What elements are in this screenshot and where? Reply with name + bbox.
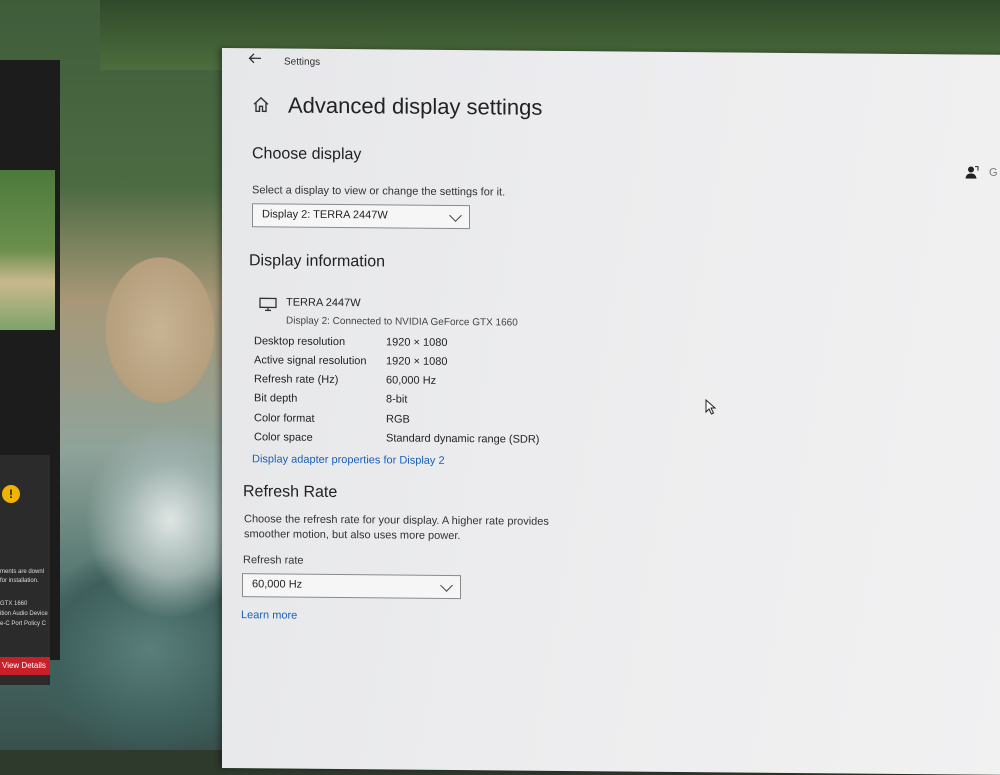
refresh-rate-description: Choose the refresh rate for your display… xyxy=(244,513,549,528)
display-select[interactable]: Display 2: TERRA 2447W xyxy=(252,203,470,230)
secondary-monitor-wallpaper xyxy=(0,170,55,330)
notification-text: GTX 1660 xyxy=(0,601,28,607)
info-label: Bit depth xyxy=(254,392,298,405)
settings-window: Settings Advanced display settings G Cho… xyxy=(222,48,1000,775)
info-label: Color format xyxy=(254,412,315,425)
monitor-connection: Display 2: Connected to NVIDIA GeForce G… xyxy=(286,315,518,329)
title-bar: Settings xyxy=(222,48,1000,83)
notification-text: ments are downl xyxy=(0,569,45,575)
home-icon[interactable] xyxy=(252,95,270,113)
page-title: Advanced display settings xyxy=(288,92,543,120)
info-label: Desktop resolution xyxy=(254,335,346,349)
mouse-pointer-icon xyxy=(705,398,717,415)
notification-text: e-C Port Policy C xyxy=(0,621,47,627)
view-details-button[interactable]: View Details xyxy=(0,657,50,675)
monitor-icon xyxy=(259,297,277,312)
info-value: 1920 × 1080 xyxy=(386,336,448,349)
info-value: 60,000 Hz xyxy=(386,374,437,387)
refresh-rate-select-value: 60,000 Hz xyxy=(252,578,303,591)
refresh-rate-select[interactable]: 60,000 Hz xyxy=(242,573,461,600)
chevron-down-icon xyxy=(449,209,462,222)
person-help-icon[interactable] xyxy=(965,165,979,179)
learn-more-link[interactable]: Learn more xyxy=(241,609,297,621)
secondary-monitor: ! ments are downl for installation. GTX … xyxy=(0,60,60,685)
chevron-down-icon xyxy=(440,579,453,592)
notification-text: for installation. xyxy=(0,578,39,584)
monitor-name: TERRA 2447W xyxy=(286,296,361,310)
refresh-rate-description: smoother motion, but also uses more powe… xyxy=(244,528,461,543)
notification-text: ition Audio Device xyxy=(0,611,48,617)
display-adapter-properties-link[interactable]: Display adapter properties for Display 2 xyxy=(252,453,445,467)
display-information-heading: Display information xyxy=(249,252,386,271)
display-select-value: Display 2: TERRA 2447W xyxy=(262,208,388,222)
info-label: Color space xyxy=(254,431,313,444)
warning-icon: ! xyxy=(2,485,20,503)
cut-off-link-text[interactable]: G xyxy=(989,167,998,179)
refresh-rate-heading: Refresh Rate xyxy=(243,483,338,502)
choose-display-heading: Choose display xyxy=(252,145,362,164)
info-value: RGB xyxy=(386,413,410,426)
refresh-rate-label: Refresh rate xyxy=(243,554,304,567)
info-label: Active signal resolution xyxy=(254,354,367,368)
info-value: Standard dynamic range (SDR) xyxy=(386,432,540,446)
info-value: 1920 × 1080 xyxy=(386,355,448,368)
choose-display-description: Select a display to view or change the s… xyxy=(252,184,506,199)
window-title: Settings xyxy=(284,56,321,68)
info-value: 8-bit xyxy=(386,393,408,406)
info-label: Refresh rate (Hz) xyxy=(254,373,339,387)
back-arrow-icon[interactable] xyxy=(248,51,266,69)
